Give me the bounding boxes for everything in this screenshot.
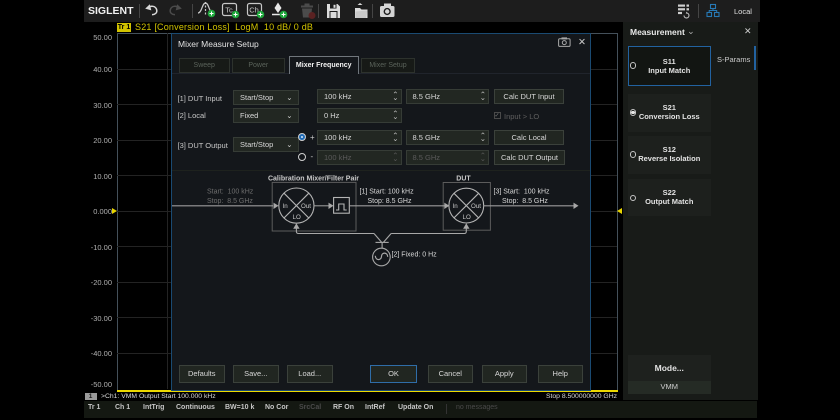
svg-text:Stop: 8.5 GHz: Stop: 8.5 GHz: [207, 198, 253, 205]
svg-text:Out: Out: [301, 203, 311, 210]
svg-text:Calibration Mixer/Filter Pair: Calibration Mixer/Filter Pair: [268, 176, 359, 183]
svg-text:In: In: [283, 203, 289, 210]
svg-text:Out: Out: [471, 203, 481, 210]
svg-text:[2] Fixed: 0 Hz: [2] Fixed: 0 Hz: [392, 252, 438, 259]
svg-text:Stop: 8.5 GHz: Stop: 8.5 GHz: [368, 198, 412, 205]
svg-text:LO: LO: [293, 214, 301, 221]
svg-text:LO: LO: [463, 214, 471, 221]
svg-text:DUT: DUT: [456, 176, 471, 183]
svg-text:[3] Start: 100 kHz: [3] Start: 100 kHz: [494, 189, 551, 196]
svg-text:In: In: [453, 203, 459, 210]
svg-text:Stop: 8.5 GHz: Stop: 8.5 GHz: [502, 198, 548, 205]
svg-text:Tc: Tc: [225, 6, 233, 15]
svg-text:[1] Start: 100 kHz: [1] Start: 100 kHz: [360, 189, 415, 196]
svg-text:Start: 100 kHz: Start: 100 kHz: [207, 189, 254, 196]
